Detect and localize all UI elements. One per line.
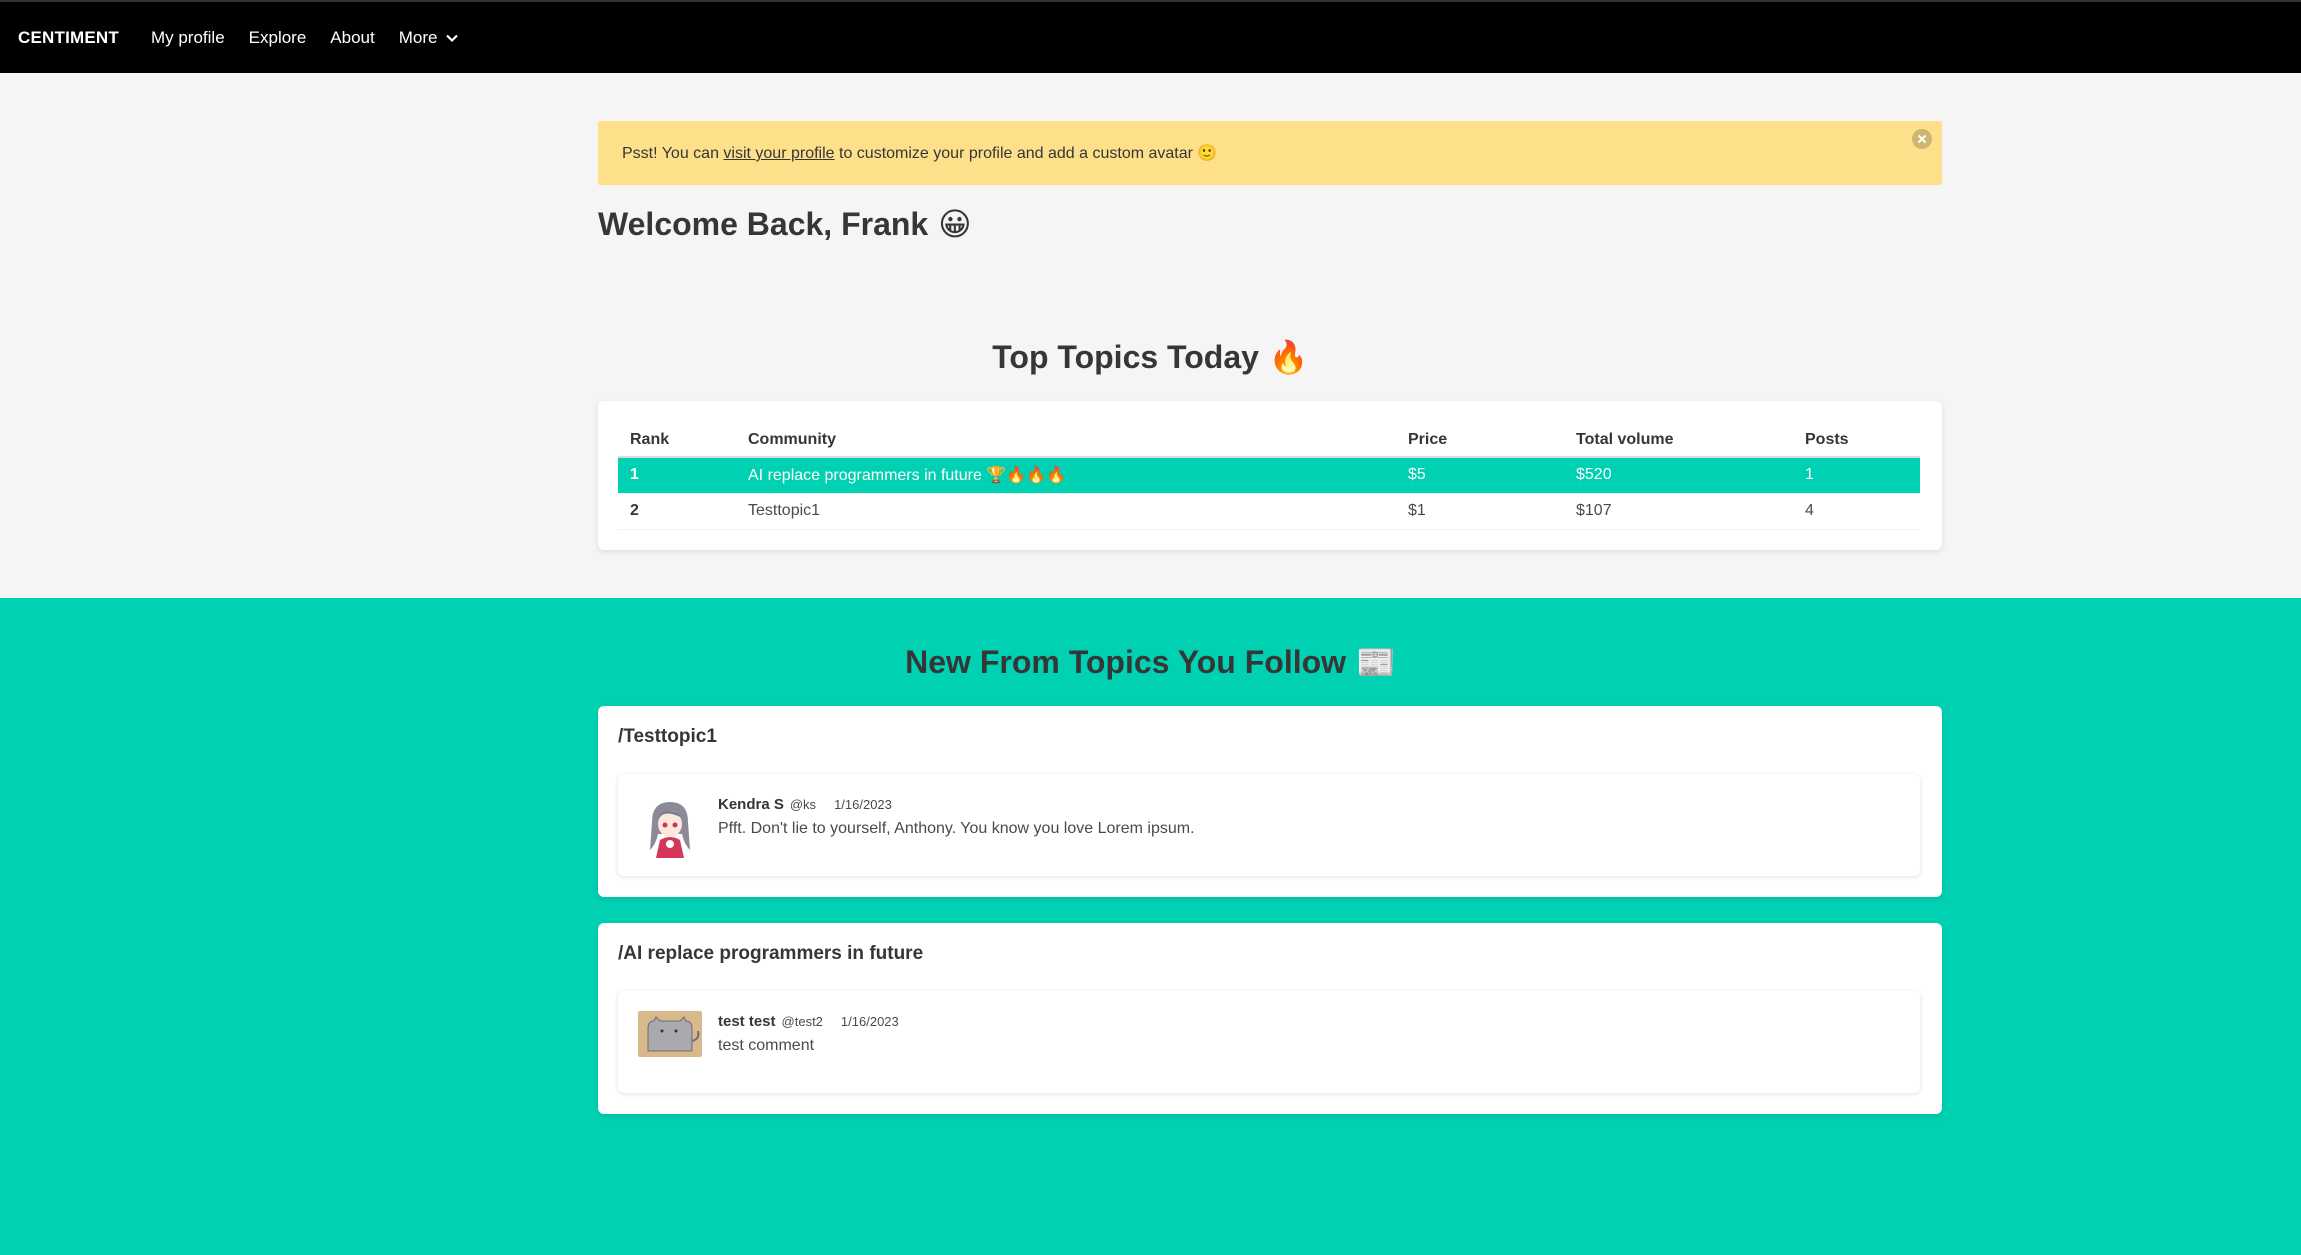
posts-cell: 4: [1793, 493, 1920, 530]
following-heading: New From Topics You Follow 📰: [0, 643, 2301, 681]
brand-logo[interactable]: CENTIMENT: [18, 28, 119, 48]
post-body: test comment: [718, 1037, 815, 1054]
topic-title-link[interactable]: /AI replace programmers in future: [618, 943, 923, 965]
top-topics-heading: Top Topics Today 🔥: [0, 338, 2301, 376]
top-topics-table: Rank Community Price Total volume Posts …: [618, 423, 1920, 530]
welcome-text: Welcome Back, Frank: [598, 205, 929, 242]
price-cell: $1: [1396, 493, 1564, 530]
following-title: New From Topics You Follow: [905, 643, 1347, 680]
post-date: 1/16/2023: [840, 1014, 899, 1029]
avatar[interactable]: [638, 1011, 702, 1057]
nav-explore[interactable]: Explore: [249, 28, 307, 48]
community-cell[interactable]: AI replace programmers in future 🏆🔥🔥🔥: [736, 457, 1396, 494]
price-cell: $5: [1396, 457, 1564, 494]
rank-cell: 2: [618, 493, 736, 530]
top-topics-card: Rank Community Price Total volume Posts …: [598, 401, 1942, 550]
topic-title-link[interactable]: /Testtopic1: [618, 726, 717, 748]
welcome-heading: Welcome Back, Frank 😀: [598, 205, 972, 243]
chevron-down-icon: [446, 34, 459, 42]
post-card[interactable]: test test @test2 1/16/2023 test comment: [618, 991, 1920, 1093]
fire-emoji: 🔥: [1268, 339, 1309, 375]
author-name[interactable]: Kendra S: [718, 796, 784, 813]
grinning-face-emoji: 😀: [938, 206, 972, 242]
table-header-row: Rank Community Price Total volume Posts: [618, 423, 1920, 458]
close-icon: [1917, 134, 1927, 144]
volume-cell: $107: [1564, 493, 1793, 530]
column-header-rank: Rank: [618, 423, 736, 458]
nav-about[interactable]: About: [330, 28, 374, 48]
post-body: Pfft. Don't lie to yourself, Anthony. Yo…: [718, 820, 1195, 837]
notice-text: Psst! You can visit your profile to cust…: [622, 143, 1217, 163]
post-header: Kendra S @ks 1/16/2023: [718, 796, 892, 813]
table-row[interactable]: 2 Testtopic1 $1 $107 4: [618, 493, 1920, 530]
post-card[interactable]: Kendra S @ks 1/16/2023 Pfft. Don't lie t…: [618, 774, 1920, 876]
navbar: CENTIMENT My profile Explore About More: [0, 0, 2301, 73]
avatar[interactable]: [638, 794, 702, 858]
notice-suffix: to customize your profile and add a cust…: [834, 145, 1218, 162]
top-topics-title: Top Topics Today: [992, 338, 1259, 375]
posts-cell: 1: [1793, 457, 1920, 494]
column-header-community: Community: [736, 423, 1396, 458]
rank-cell: 1: [618, 457, 736, 494]
column-header-total-volume: Total volume: [1564, 423, 1793, 458]
nav-my-profile[interactable]: My profile: [151, 28, 225, 48]
post-header: test test @test2 1/16/2023: [718, 1013, 899, 1030]
author-handle[interactable]: @ks: [790, 797, 816, 812]
author-name[interactable]: test test: [718, 1013, 776, 1030]
topic-card: /AI replace programmers in future test t…: [598, 923, 1942, 1114]
column-header-posts: Posts: [1793, 423, 1920, 458]
newspaper-emoji: 📰: [1356, 644, 1396, 680]
cat-avatar-image: [638, 1011, 702, 1057]
nav-more-dropdown[interactable]: More: [399, 28, 460, 48]
visit-profile-link[interactable]: visit your profile: [723, 145, 834, 162]
table-row[interactable]: 1 AI replace programmers in future 🏆🔥🔥🔥 …: [618, 457, 1920, 494]
nav-more-label: More: [398, 27, 438, 47]
topic-card: /Testtopic1 Kendra S @ks 1/16/2023 Pfft.…: [598, 706, 1942, 897]
column-header-price: Price: [1396, 423, 1564, 458]
post-date: 1/16/2023: [834, 797, 892, 812]
profile-notice: Psst! You can visit your profile to cust…: [598, 121, 1942, 185]
close-notice-button[interactable]: [1912, 129, 1932, 149]
community-cell[interactable]: Testtopic1: [736, 493, 1396, 530]
anime-girl-avatar-image: [638, 794, 702, 858]
author-handle[interactable]: @test2: [782, 1014, 823, 1029]
notice-prefix: Psst! You can: [622, 145, 724, 162]
volume-cell: $520: [1564, 457, 1793, 494]
